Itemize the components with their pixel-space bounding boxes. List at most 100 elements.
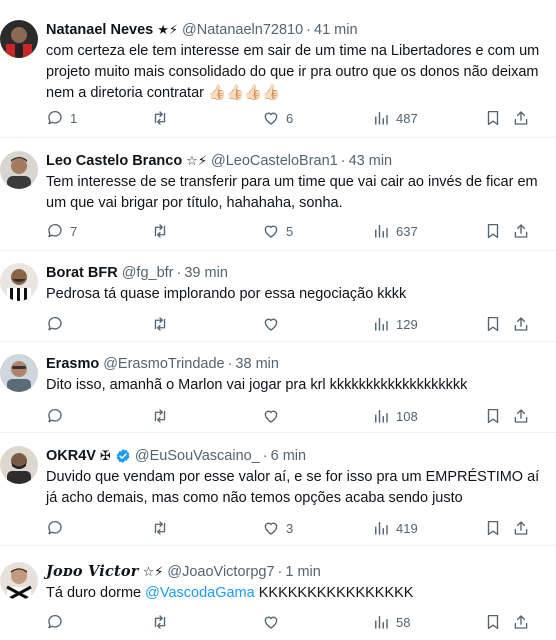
views-button[interactable]: 487 bbox=[372, 107, 418, 129]
views-button[interactable]: 419 bbox=[372, 517, 418, 539]
bookmark-icon bbox=[487, 110, 499, 126]
display-name[interactable]: OKR4V bbox=[46, 447, 96, 465]
views-button[interactable]: 58 bbox=[372, 611, 410, 633]
timestamp[interactable]: 39 min bbox=[184, 264, 228, 282]
share-button[interactable] bbox=[512, 613, 530, 631]
bookmark-button[interactable] bbox=[484, 222, 502, 240]
reply-icon bbox=[48, 614, 62, 629]
share-button[interactable] bbox=[512, 407, 530, 425]
avatar[interactable] bbox=[0, 562, 38, 600]
bookmark-icon bbox=[487, 614, 499, 630]
avatar[interactable] bbox=[0, 354, 38, 392]
tweet[interactable]: Erasmo @ErasmoTrindade · 38 min Dito iss… bbox=[0, 342, 556, 433]
bookmark-button[interactable] bbox=[484, 109, 502, 127]
action-bar: 129 bbox=[46, 313, 556, 337]
tweet[interactable]: Natanael Neves ★⚡ @Natanaeln72810 · 41 m… bbox=[0, 0, 556, 138]
retweet-button[interactable] bbox=[151, 611, 169, 633]
user-handle[interactable]: @JoaoVictorpg7 bbox=[167, 563, 274, 581]
views-button[interactable]: 129 bbox=[372, 313, 418, 335]
tweet[interactable]: OKR4V ✠ @EuSouVascaino_ · 6 min Duvido q… bbox=[0, 433, 556, 546]
tweet-text: Pedrosa tá quase implorando por essa neg… bbox=[46, 286, 407, 302]
view-count: 58 bbox=[396, 614, 411, 630]
user-handle[interactable]: @EuSouVascaino_ bbox=[135, 447, 260, 465]
like-button[interactable] bbox=[262, 405, 280, 427]
retweet-icon bbox=[154, 521, 166, 535]
tweet[interactable]: Borat BFR @fg_bfr · 39 min Pedrosa tá qu… bbox=[0, 251, 556, 342]
bookmark-icon bbox=[487, 223, 499, 239]
reply-button[interactable] bbox=[46, 611, 64, 633]
reply-button[interactable]: 7 bbox=[46, 220, 77, 242]
action-bar: 7 5 637 bbox=[46, 220, 556, 244]
retweet-button[interactable] bbox=[151, 405, 169, 427]
timestamp[interactable]: 1 min bbox=[285, 563, 320, 581]
avatar[interactable] bbox=[0, 263, 38, 301]
share-icon bbox=[514, 409, 528, 423]
like-button[interactable]: 5 bbox=[262, 220, 293, 242]
retweet-button[interactable] bbox=[151, 107, 169, 129]
separator: · bbox=[277, 564, 283, 580]
like-button[interactable]: 3 bbox=[262, 517, 293, 539]
share-button[interactable] bbox=[512, 109, 530, 127]
reply-feed: Natanael Neves ★⚡ @Natanaeln72810 · 41 m… bbox=[0, 0, 556, 640]
view-count: 419 bbox=[396, 520, 418, 536]
reply-icon bbox=[48, 520, 62, 535]
views-button[interactable]: 637 bbox=[372, 220, 418, 242]
tweet[interactable]: Joᴅo Victor ☆⚡ @JoaoVictorpg7 · 1 min Tá… bbox=[0, 546, 556, 640]
user-handle[interactable]: @Natanaeln72810 bbox=[182, 21, 303, 39]
user-handle[interactable]: @fg_bfr bbox=[122, 264, 174, 282]
timestamp[interactable]: 38 min bbox=[235, 355, 279, 373]
text-segment: KKKKKKKKKKKKKKKK bbox=[254, 585, 414, 601]
share-button[interactable] bbox=[512, 222, 530, 240]
display-name[interactable]: Natanael Neves bbox=[46, 21, 153, 39]
retweet-icon bbox=[154, 111, 166, 125]
like-button[interactable] bbox=[262, 611, 280, 633]
bar-chart-icon bbox=[375, 318, 388, 331]
tweet[interactable]: Leo Castelo Branco ☆⚡ @LeoCasteloBran1 ·… bbox=[0, 138, 556, 251]
bookmark-button[interactable] bbox=[484, 407, 502, 425]
action-bar: 1 6 487 bbox=[46, 107, 556, 131]
avatar[interactable] bbox=[0, 151, 38, 189]
bookmark-button[interactable] bbox=[484, 315, 502, 333]
like-count: 3 bbox=[286, 520, 294, 536]
reply-button[interactable]: 1 bbox=[46, 107, 77, 129]
bar-chart-icon bbox=[375, 616, 388, 629]
retweet-button[interactable] bbox=[151, 517, 169, 539]
heart-icon bbox=[264, 522, 278, 535]
tweet-header: Joᴅo Victor ☆⚡ @JoaoVictorpg7 · 1 min bbox=[46, 563, 321, 581]
tweet-text: Dito isso, amanhã o Marlon vai jogar pra… bbox=[46, 377, 468, 393]
display-name[interactable]: Joᴅo Victor bbox=[46, 563, 139, 581]
like-button[interactable]: 6 bbox=[262, 107, 293, 129]
share-icon bbox=[514, 111, 528, 125]
view-count: 108 bbox=[396, 408, 418, 424]
view-count: 487 bbox=[396, 110, 418, 126]
share-icon bbox=[514, 224, 528, 238]
share-icon bbox=[514, 317, 528, 331]
avatar[interactable] bbox=[0, 20, 38, 58]
retweet-button[interactable] bbox=[151, 220, 169, 242]
tweet-header: Natanael Neves ★⚡ @Natanaeln72810 · 41 m… bbox=[46, 21, 358, 39]
user-handle[interactable]: @LeoCasteloBran1 bbox=[211, 152, 338, 170]
retweet-icon bbox=[154, 317, 166, 331]
tweet-header: OKR4V ✠ @EuSouVascaino_ · 6 min bbox=[46, 447, 306, 465]
avatar[interactable] bbox=[0, 446, 38, 484]
retweet-button[interactable] bbox=[151, 313, 169, 335]
user-handle[interactable]: @ErasmoTrindade bbox=[103, 355, 224, 373]
action-bar: 3 419 bbox=[46, 517, 556, 541]
bookmark-button[interactable] bbox=[484, 613, 502, 631]
reply-button[interactable] bbox=[46, 313, 64, 335]
timestamp[interactable]: 43 min bbox=[349, 152, 393, 170]
timestamp[interactable]: 41 min bbox=[314, 21, 358, 39]
views-button[interactable]: 108 bbox=[372, 405, 418, 427]
reply-button[interactable] bbox=[46, 405, 64, 427]
display-name[interactable]: Leo Castelo Branco bbox=[46, 152, 182, 170]
reply-button[interactable] bbox=[46, 517, 64, 539]
share-button[interactable] bbox=[512, 315, 530, 333]
bookmark-icon bbox=[487, 408, 499, 424]
mention-link[interactable]: @VascodaGama bbox=[145, 585, 255, 601]
timestamp[interactable]: 6 min bbox=[271, 447, 306, 465]
display-name[interactable]: Borat BFR bbox=[46, 264, 118, 282]
share-button[interactable] bbox=[512, 519, 530, 537]
like-button[interactable] bbox=[262, 313, 280, 335]
display-name[interactable]: Erasmo bbox=[46, 355, 99, 373]
bookmark-button[interactable] bbox=[484, 519, 502, 537]
